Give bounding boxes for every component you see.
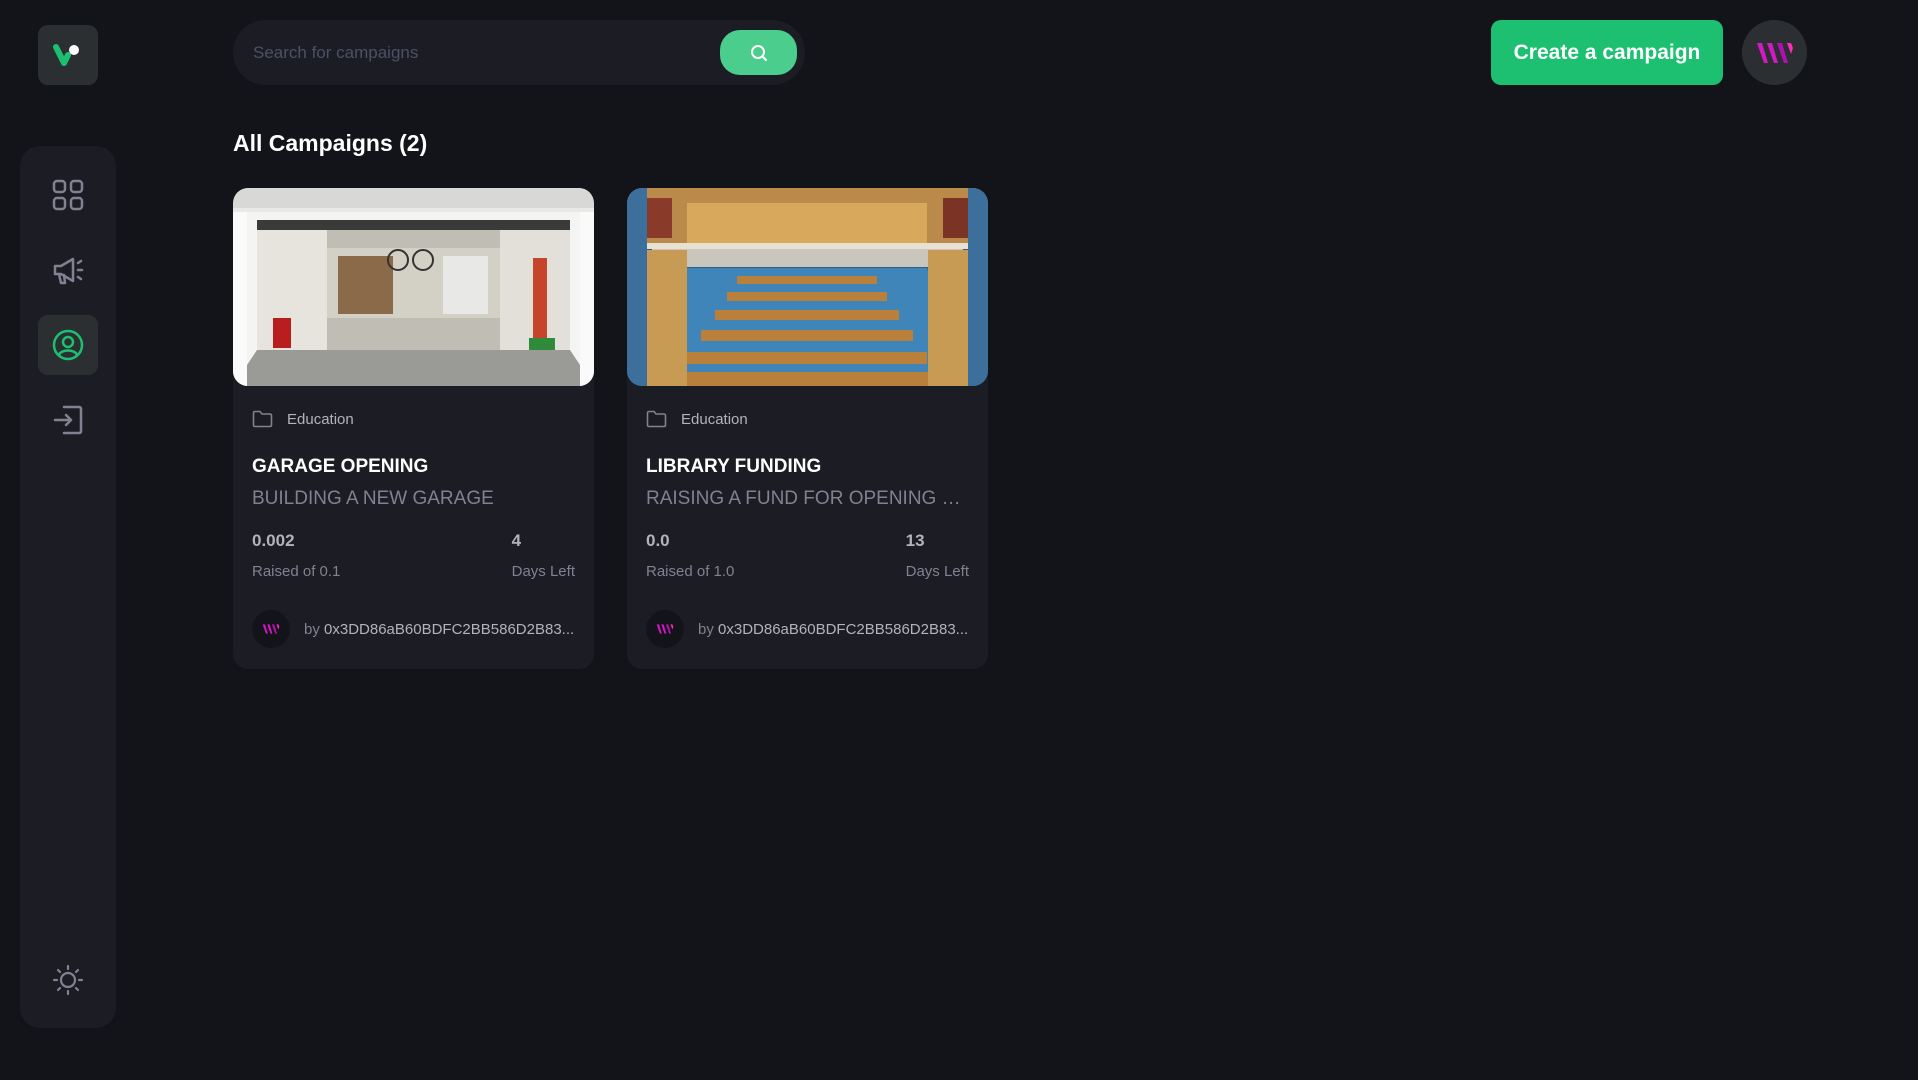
sidebar-item-dashboard[interactable]	[38, 165, 98, 225]
page-title: All Campaigns (2)	[233, 130, 428, 156]
days-left-label: Days Left	[511, 563, 575, 580]
owner-logo-icon	[656, 624, 674, 634]
folder-icon	[646, 410, 667, 428]
raised-stat: 0.0 Raised of 1.0	[646, 531, 734, 580]
campaign-image-library	[627, 188, 988, 386]
megaphone-icon	[53, 257, 84, 285]
sidebar	[20, 146, 116, 1028]
search-button[interactable]	[720, 30, 797, 75]
campaign-title: GARAGE OPENING	[252, 456, 429, 477]
raised-amount: 0.002	[252, 531, 295, 550]
logout-icon	[53, 405, 83, 435]
raised-label: Raised of 0.1	[252, 563, 341, 580]
avatar-logo-icon	[1756, 42, 1793, 63]
owner-avatar	[646, 610, 684, 648]
owner-address: 0x3DD86aB60BDFC2BB586D2B83...	[324, 620, 575, 638]
app-logo-button[interactable]	[38, 25, 98, 85]
campaign-card[interactable]: Education LIBRARY FUNDING RAISING A FUND…	[627, 188, 988, 669]
raised-stat: 0.002 Raised of 0.1	[252, 531, 340, 580]
sidebar-item-campaign[interactable]	[38, 240, 98, 300]
owner-avatar	[252, 610, 290, 648]
owner-by-label: by	[698, 620, 714, 638]
sidebar-item-profile[interactable]	[38, 315, 98, 375]
sidebar-item-logout[interactable]	[38, 390, 98, 450]
campaign-category: Education	[287, 410, 354, 428]
profile-avatar-button[interactable]	[1742, 20, 1807, 85]
days-left-value: 13	[905, 531, 925, 550]
sun-icon	[52, 964, 84, 996]
campaign-owner: by 0x3DD86aB60BDFC2BB586D2B83...	[304, 621, 574, 638]
search-bar	[233, 20, 805, 85]
days-left-stat: 13 Days Left	[906, 531, 969, 580]
campaign-description: BUILDING A NEW GARAGE	[252, 488, 494, 509]
search-input[interactable]	[253, 42, 720, 63]
theme-toggle-button[interactable]	[38, 950, 98, 1010]
days-left-label: Days Left	[905, 563, 969, 580]
campaign-card[interactable]: Education GARAGE OPENING BUILDING A NEW …	[233, 188, 594, 669]
raised-amount: 0.0	[646, 531, 670, 550]
campaign-category: Education	[681, 410, 748, 428]
raised-label: Raised of 1.0	[646, 563, 735, 580]
campaign-owner: by 0x3DD86aB60BDFC2BB586D2B83...	[698, 621, 968, 638]
days-left-value: 4	[511, 531, 522, 550]
search-icon	[750, 44, 767, 61]
campaign-title: LIBRARY FUNDING	[646, 456, 822, 477]
owner-by-label: by	[304, 620, 320, 638]
logo-icon	[53, 44, 79, 66]
create-campaign-button[interactable]: Create a campaign	[1491, 20, 1723, 85]
grid-icon	[52, 179, 84, 211]
user-circle-icon	[52, 329, 84, 361]
days-left-stat: 4 Days Left	[512, 531, 575, 580]
campaign-description: RAISING A FUND FOR OPENING LIB...	[646, 488, 969, 509]
owner-logo-icon	[262, 624, 280, 634]
owner-address: 0x3DD86aB60BDFC2BB586D2B83...	[718, 620, 969, 638]
folder-icon	[252, 410, 273, 428]
campaign-image-garage	[233, 188, 594, 386]
